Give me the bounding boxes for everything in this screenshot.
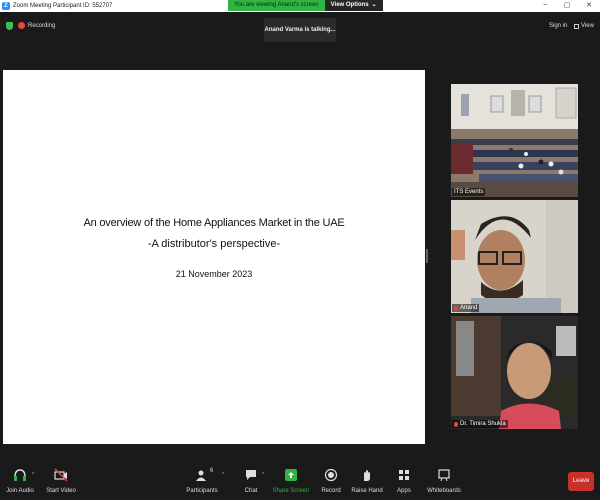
minimize-button[interactable]: − (534, 0, 556, 12)
share-screen-label: Share Screen (272, 488, 310, 494)
raise-hand-icon (360, 468, 374, 482)
close-button[interactable]: ✕ (578, 0, 600, 12)
whiteboard-icon (437, 468, 451, 482)
join-audio-button[interactable]: Join Audio (6, 458, 34, 500)
participant-name: Dr. Timira Shukla (460, 421, 506, 427)
share-banner: You are viewing Anand's screen View Opti… (228, 0, 383, 11)
mic-muted-icon (454, 421, 458, 427)
participant-name-tag: Anand (452, 304, 480, 312)
view-button[interactable]: View (574, 23, 594, 29)
video-off-icon (54, 468, 68, 482)
chat-button[interactable]: Chat (242, 458, 260, 500)
slide-title: An overview of the Home Appliances Marke… (83, 217, 345, 229)
record-button[interactable]: Record (320, 458, 342, 500)
apps-button[interactable]: Apps (394, 458, 414, 500)
auditorium-video (451, 84, 578, 197)
participants-button[interactable]: 6 Participants (186, 458, 218, 500)
record-label: Record (321, 488, 341, 494)
apps-icon (397, 468, 411, 482)
video-tile[interactable]: ITS Events (451, 84, 578, 197)
raise-hand-button[interactable]: Raise Hand (351, 458, 383, 500)
recording-label: Recording (28, 23, 56, 29)
sign-in-button[interactable]: Sign in (549, 23, 567, 29)
join-audio-label: Join Audio (6, 488, 34, 494)
grid-view-icon (574, 23, 579, 29)
view-options-button[interactable]: View Options ⌄ (324, 0, 383, 11)
window-controls: − ▢ ✕ (534, 0, 600, 12)
record-icon (324, 468, 338, 482)
view-label: View (581, 23, 594, 29)
share-screen-icon (284, 468, 298, 482)
panel-resize-handle[interactable] (426, 249, 428, 263)
slide-date: 21 November 2023 (175, 269, 253, 279)
leave-button[interactable]: Leave (568, 472, 594, 491)
meeting-toolbar: Join Audio ^ Start Video 6 Participants … (0, 458, 600, 500)
recording-icon (18, 22, 25, 29)
video-tile[interactable]: Dr. Timira Shukla (451, 316, 578, 429)
participant-video (451, 200, 578, 313)
participant-name-tag: Dr. Timira Shukla (452, 420, 508, 428)
chat-label: Chat (244, 488, 258, 494)
slide-subtitle: -A distributor's perspective- (147, 238, 281, 250)
participant-video (451, 316, 578, 429)
view-options-label: View Options (330, 2, 369, 8)
participant-count: 6 (210, 468, 214, 474)
participants-options-caret[interactable]: ^ (222, 472, 224, 478)
active-speaker-banner: Anand Varma is talking... (264, 18, 336, 42)
share-status: You are viewing Anand's screen (228, 0, 325, 11)
mic-muted-icon (454, 305, 458, 311)
participants-label: Participants (186, 488, 218, 494)
participants-icon: 6 (195, 468, 213, 482)
participant-name: ITS Events (452, 188, 486, 196)
apps-label: Apps (397, 488, 411, 494)
share-screen-button[interactable]: Share Screen (272, 458, 310, 500)
window-title: Zoom Meeting Participant ID: 552707 (13, 3, 113, 9)
video-tile[interactable]: Anand (451, 200, 578, 313)
shared-screen: An overview of the Home Appliances Marke… (3, 70, 425, 444)
chat-icon (244, 468, 258, 482)
zoom-logo-icon: Z (2, 2, 10, 10)
whiteboards-button[interactable]: Whiteboards (426, 458, 462, 500)
shield-icon[interactable] (6, 22, 13, 30)
start-video-label: Start Video (46, 488, 76, 494)
whiteboards-label: Whiteboards (427, 488, 461, 494)
participant-name: Anand (460, 305, 478, 311)
raise-hand-label: Raise Hand (351, 488, 383, 494)
chevron-down-icon: ⌄ (371, 2, 377, 8)
start-video-button[interactable]: Start Video (46, 458, 76, 500)
audio-options-caret[interactable]: ^ (32, 472, 34, 478)
headphones-icon (13, 468, 27, 482)
maximize-button[interactable]: ▢ (556, 0, 578, 12)
chat-options-caret[interactable]: ^ (262, 472, 264, 478)
